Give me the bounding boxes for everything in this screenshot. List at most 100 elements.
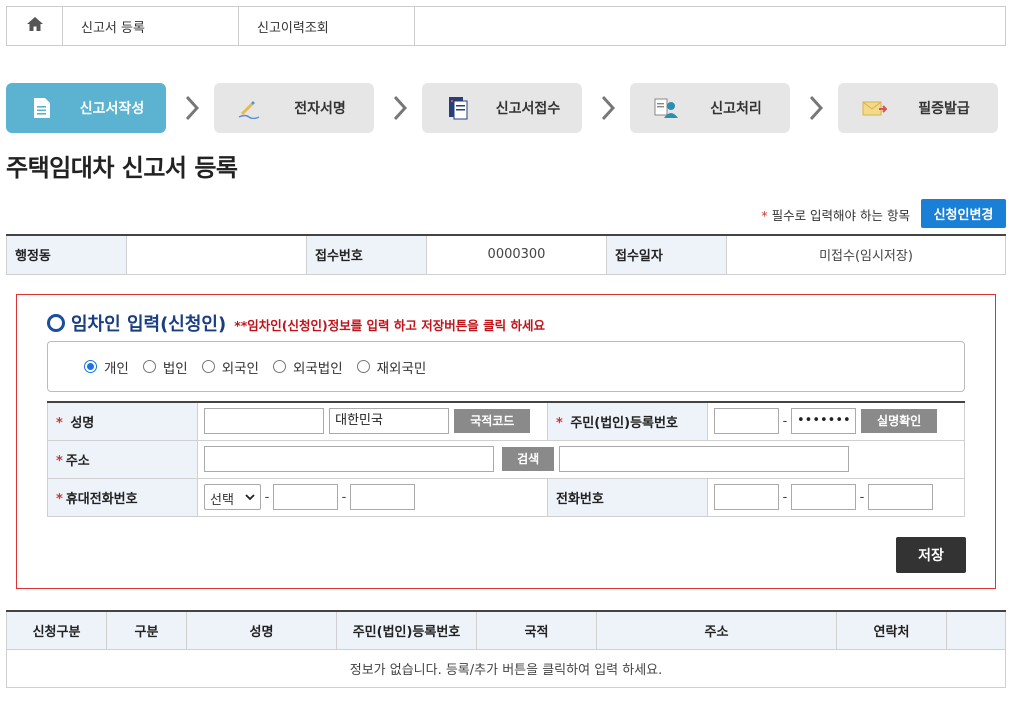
top-navigation: 신고서 등록 신고이력조회 bbox=[6, 6, 1006, 46]
rrn-front-input[interactable] bbox=[714, 408, 779, 435]
address-input-cell: 검색 bbox=[197, 440, 965, 479]
dash-separator: - bbox=[782, 489, 788, 505]
receipt-date-label: 접수일자 bbox=[606, 235, 727, 275]
chevron-right-icon bbox=[185, 95, 200, 121]
col-header: 신청구분 bbox=[6, 611, 107, 650]
col-header: 주소 bbox=[596, 611, 837, 650]
radio-corporation[interactable]: 법인 bbox=[142, 357, 188, 377]
save-button[interactable]: 저장 bbox=[896, 537, 966, 573]
col-header: 국적 bbox=[476, 611, 597, 650]
nation-code-button[interactable]: 국적코드 bbox=[454, 409, 531, 434]
receipt-date-value: 미접수(임시저장) bbox=[726, 235, 1006, 275]
document-icon bbox=[28, 94, 56, 122]
real-name-verify-button[interactable]: 실명확인 bbox=[861, 409, 938, 434]
required-star: * bbox=[556, 415, 563, 431]
tenant-form-table: * 성명 대한민국 국적코드 * 주민(법인)등록번호 - ••••••• 실명확… bbox=[47, 401, 965, 517]
phone-mid-input[interactable] bbox=[791, 484, 856, 510]
nav-item-history[interactable]: 신고이력조회 bbox=[239, 7, 415, 45]
section-warning: **임차인(신청인)정보를 입력 하고 저장버튼을 클릭 하세요 bbox=[234, 318, 545, 333]
name-label: 성명 bbox=[70, 415, 95, 431]
step-submit: 신고서접수 bbox=[422, 83, 582, 133]
receipt-no-value: 0000300 bbox=[426, 235, 607, 275]
mobile-mid-input[interactable] bbox=[273, 484, 338, 510]
radio-foreign-corporation[interactable]: 외국법인 bbox=[272, 357, 343, 377]
mobile-label-cell: * 휴대전화번호 bbox=[47, 478, 198, 517]
user-process-icon bbox=[652, 94, 680, 122]
certificate-icon bbox=[860, 94, 888, 122]
receipt-no-label: 접수번호 bbox=[306, 235, 427, 275]
applicant-list-table: 신청구분 구분 성명 주민(법인)등록번호 국적 주소 연락처 정보가 없습니다… bbox=[6, 610, 1006, 688]
required-note-text: 필수로 입력해야 하는 항목 bbox=[767, 208, 910, 223]
step-label: 신고서접수 bbox=[495, 101, 561, 117]
tenant-input-section: 임차인 입력(신청인) **임차인(신청인)정보를 입력 하고 저장버튼을 클릭… bbox=[16, 294, 996, 589]
address-search-button[interactable]: 검색 bbox=[502, 447, 555, 471]
step-label: 신고처리 bbox=[710, 101, 762, 117]
chevron-right-icon bbox=[601, 95, 616, 121]
address-label-cell: * 주소 bbox=[47, 440, 198, 479]
table-header-row: 신청구분 구분 성명 주민(법인)등록번호 국적 주소 연락처 bbox=[6, 611, 1006, 650]
radio-label: 외국법인 bbox=[292, 360, 343, 377]
mobile-input-cell: 선택 - - bbox=[197, 478, 548, 517]
page-title: 주택임대차 신고서 등록 bbox=[6, 154, 238, 182]
phone-input-cell: -- bbox=[707, 478, 965, 517]
required-note: * 필수로 입력해야 하는 항목 bbox=[761, 205, 910, 224]
step-sign: 전자서명 bbox=[214, 83, 374, 133]
rrn-back-input[interactable]: ••••••• bbox=[791, 408, 856, 435]
required-star: * bbox=[56, 491, 63, 507]
rrn-label-cell: * 주민(법인)등록번호 bbox=[547, 402, 708, 441]
dash-separator: - bbox=[341, 489, 347, 505]
dong-value bbox=[126, 235, 307, 275]
address-detail-input[interactable] bbox=[559, 446, 850, 472]
progress-steps: 신고서작성 전자서명 신고서접수 신고처리 필증발급 bbox=[6, 83, 1006, 133]
radio-unchecked-icon bbox=[356, 360, 370, 373]
change-applicant-button[interactable]: 신청인변경 bbox=[921, 199, 1006, 228]
applicant-type-group: 개인 법인 외국인 외국법인 재외국민 bbox=[47, 341, 965, 392]
radio-unchecked-icon bbox=[272, 360, 286, 373]
required-star: * bbox=[56, 453, 63, 469]
radio-unchecked-icon bbox=[142, 360, 156, 373]
radio-label: 법인 bbox=[162, 360, 188, 377]
dash-separator: - bbox=[264, 489, 270, 505]
radio-unchecked-icon bbox=[201, 360, 215, 373]
radio-checked-icon bbox=[84, 360, 97, 373]
section-title-text: 임차인 입력(신청인) bbox=[71, 314, 227, 335]
mobile-prefix-select[interactable]: 선택 bbox=[204, 484, 261, 510]
nationality-input[interactable]: 대한민국 bbox=[329, 408, 450, 435]
rrn-label: 주민(법인)등록번호 bbox=[570, 415, 678, 431]
step-write: 신고서작성 bbox=[6, 83, 166, 133]
home-button[interactable] bbox=[7, 7, 63, 45]
step-label: 전자서명 bbox=[294, 101, 346, 117]
radio-overseas-korean[interactable]: 재외국민 bbox=[356, 357, 426, 377]
phone-area-input[interactable] bbox=[714, 484, 779, 510]
empty-message: 정보가 없습니다. 등록/추가 버튼을 클릭하여 입력 하세요. bbox=[6, 648, 1006, 688]
file-submit-icon bbox=[444, 94, 472, 122]
name-input-cell: 대한민국 국적코드 bbox=[197, 402, 548, 441]
pen-sign-icon bbox=[236, 94, 264, 122]
chevron-down-icon bbox=[245, 494, 255, 501]
name-label-cell: * 성명 bbox=[47, 402, 198, 441]
phone-last-input[interactable] bbox=[868, 484, 933, 510]
mobile-last-input[interactable] bbox=[350, 484, 415, 510]
radio-individual[interactable]: 개인 bbox=[84, 357, 129, 377]
address-label: 주소 bbox=[65, 453, 90, 469]
dash-separator: - bbox=[859, 489, 865, 505]
address-input[interactable] bbox=[204, 446, 494, 472]
radio-foreigner[interactable]: 외국인 bbox=[201, 357, 259, 377]
step-label: 필증발급 bbox=[918, 101, 970, 117]
home-icon bbox=[26, 16, 44, 36]
table-row: 정보가 없습니다. 등록/추가 버튼을 클릭하여 입력 하세요. bbox=[6, 648, 1006, 688]
receipt-info-table: 행정동 접수번호 0000300 접수일자 미접수(임시저장) bbox=[6, 234, 1006, 275]
nav-item-register[interactable]: 신고서 등록 bbox=[63, 7, 239, 45]
col-header: 구분 bbox=[106, 611, 187, 650]
required-star: * bbox=[56, 415, 63, 431]
step-process: 신고처리 bbox=[630, 83, 790, 133]
mobile-label: 휴대전화번호 bbox=[65, 491, 138, 507]
chevron-right-icon bbox=[809, 95, 824, 121]
dash-separator: - bbox=[782, 413, 788, 429]
radio-label: 개인 bbox=[104, 360, 129, 377]
section-title: 임차인 입력(신청인) **임차인(신청인)정보를 입력 하고 저장버튼을 클릭… bbox=[47, 310, 545, 336]
select-value: 선택 bbox=[210, 493, 234, 508]
circle-bullet-icon bbox=[47, 314, 65, 332]
col-header: 주민(법인)등록번호 bbox=[336, 611, 477, 650]
name-input[interactable] bbox=[204, 408, 324, 435]
